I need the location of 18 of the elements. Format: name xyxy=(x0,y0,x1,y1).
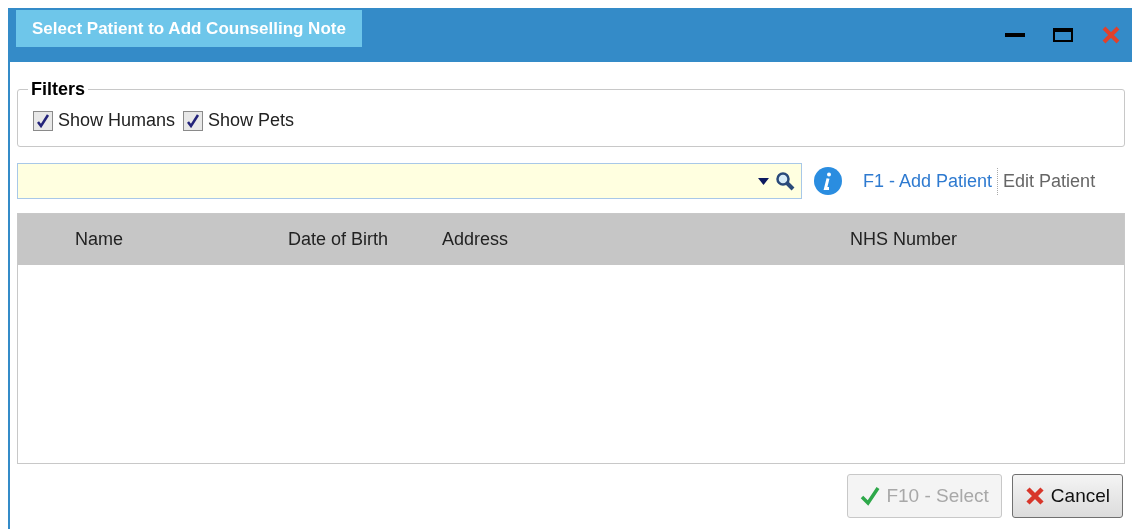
checkbox[interactable] xyxy=(183,110,204,131)
info-icon[interactable] xyxy=(814,167,842,195)
checkbox[interactable] xyxy=(33,110,53,131)
checkmark-icon xyxy=(860,486,881,506)
column-header[interactable]: Name xyxy=(75,229,123,249)
search-icon[interactable] xyxy=(775,171,795,191)
window-title: Select Patient to Add Counselling Note xyxy=(16,10,362,47)
add-patient-link[interactable]: F1 - Add Patient xyxy=(858,167,998,195)
filters-legend: Filters xyxy=(28,76,89,103)
dropdown-icon[interactable] xyxy=(758,177,769,185)
cancel-button[interactable]: Cancel xyxy=(1011,474,1123,518)
filter-checkbox[interactable]: Show Pets xyxy=(183,107,295,134)
filter-checkbox[interactable]: Show Humans xyxy=(33,107,176,134)
column-header[interactable]: NHS Number xyxy=(850,229,958,249)
close-icon xyxy=(1024,486,1045,506)
search-field[interactable] xyxy=(17,163,802,199)
column-header[interactable]: Date of Birth xyxy=(288,229,389,249)
column-header[interactable]: Address xyxy=(442,229,509,249)
